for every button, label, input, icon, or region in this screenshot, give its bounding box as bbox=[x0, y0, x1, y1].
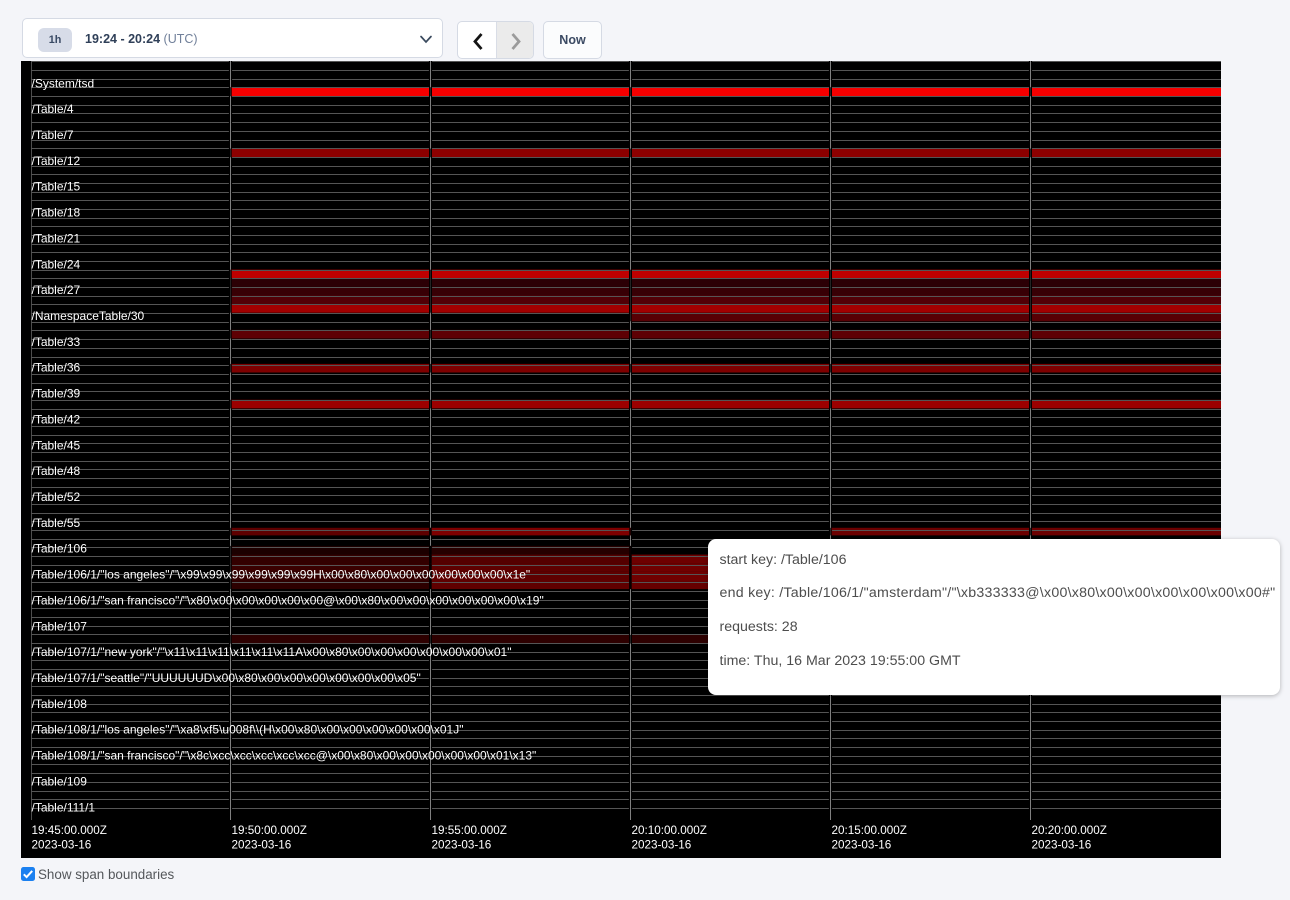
svg-text:/Table/108/1/"san francisco"/": /Table/108/1/"san francisco"/"\x8c\xcc\x… bbox=[32, 749, 537, 763]
svg-text:/Table/7: /Table/7 bbox=[32, 128, 74, 142]
svg-text:2023-03-16: 2023-03-16 bbox=[232, 839, 292, 852]
svg-text:/Table/106: /Table/106 bbox=[32, 542, 88, 556]
svg-text:/Table/12: /Table/12 bbox=[32, 154, 81, 168]
svg-text:/Table/107/1/"seattle"/"UUUUUU: /Table/107/1/"seattle"/"UUUUUUD\x00\x80\… bbox=[32, 671, 421, 685]
svg-text:/Table/52: /Table/52 bbox=[32, 490, 81, 504]
svg-text:20:15:00.000Z: 20:15:00.000Z bbox=[832, 824, 907, 837]
svg-text:20:10:00.000Z: 20:10:00.000Z bbox=[632, 824, 707, 837]
svg-text:/NamespaceTable/30: /NamespaceTable/30 bbox=[32, 309, 145, 323]
svg-text:2023-03-16: 2023-03-16 bbox=[632, 839, 692, 852]
svg-text:/Table/109: /Table/109 bbox=[32, 774, 88, 788]
svg-text:19:55:00.000Z: 19:55:00.000Z bbox=[432, 824, 507, 837]
svg-text:/Table/106/1/"los angeles"/"\x: /Table/106/1/"los angeles"/"\x99\x99\x99… bbox=[32, 568, 531, 582]
svg-text:/Table/39: /Table/39 bbox=[32, 387, 81, 401]
svg-text:/Table/42: /Table/42 bbox=[32, 412, 81, 426]
svg-text:/Table/55: /Table/55 bbox=[32, 516, 81, 530]
svg-text:/Table/18: /Table/18 bbox=[32, 206, 81, 220]
svg-text:/System/tsd: /System/tsd bbox=[32, 76, 95, 90]
svg-text:/Table/15: /Table/15 bbox=[32, 180, 81, 194]
svg-text:2023-03-16: 2023-03-16 bbox=[1032, 839, 1092, 852]
svg-text:/Table/33: /Table/33 bbox=[32, 335, 81, 349]
svg-text:/Table/45: /Table/45 bbox=[32, 438, 81, 452]
svg-text:2023-03-16: 2023-03-16 bbox=[432, 839, 492, 852]
svg-text:19:50:00.000Z: 19:50:00.000Z bbox=[232, 824, 307, 837]
svg-text:/Table/21: /Table/21 bbox=[32, 231, 81, 245]
svg-text:/Table/111/1: /Table/111/1 bbox=[32, 800, 96, 814]
svg-text:/Table/106/1/"san francisco"/": /Table/106/1/"san francisco"/"\x80\x00\x… bbox=[32, 593, 544, 607]
svg-text:/Table/48: /Table/48 bbox=[32, 464, 81, 478]
svg-text:/Table/108/1/"los angeles"/"\x: /Table/108/1/"los angeles"/"\xa8\xf5\u00… bbox=[32, 723, 464, 737]
svg-text:/Table/108: /Table/108 bbox=[32, 697, 88, 711]
svg-text:/Table/27: /Table/27 bbox=[32, 283, 81, 297]
svg-text:2023-03-16: 2023-03-16 bbox=[32, 839, 92, 852]
svg-text:/Table/24: /Table/24 bbox=[32, 257, 81, 271]
svg-text:/Table/107/1/"new york"/"\x11\: /Table/107/1/"new york"/"\x11\x11\x11\x1… bbox=[32, 645, 512, 659]
svg-text:/Table/107: /Table/107 bbox=[32, 619, 88, 633]
svg-text:/Table/36: /Table/36 bbox=[32, 361, 81, 375]
svg-text:20:20:00.000Z: 20:20:00.000Z bbox=[1032, 824, 1107, 837]
svg-text:19:45:00.000Z: 19:45:00.000Z bbox=[32, 824, 107, 837]
svg-text:/Table/4: /Table/4 bbox=[32, 102, 74, 116]
svg-text:2023-03-16: 2023-03-16 bbox=[832, 839, 892, 852]
